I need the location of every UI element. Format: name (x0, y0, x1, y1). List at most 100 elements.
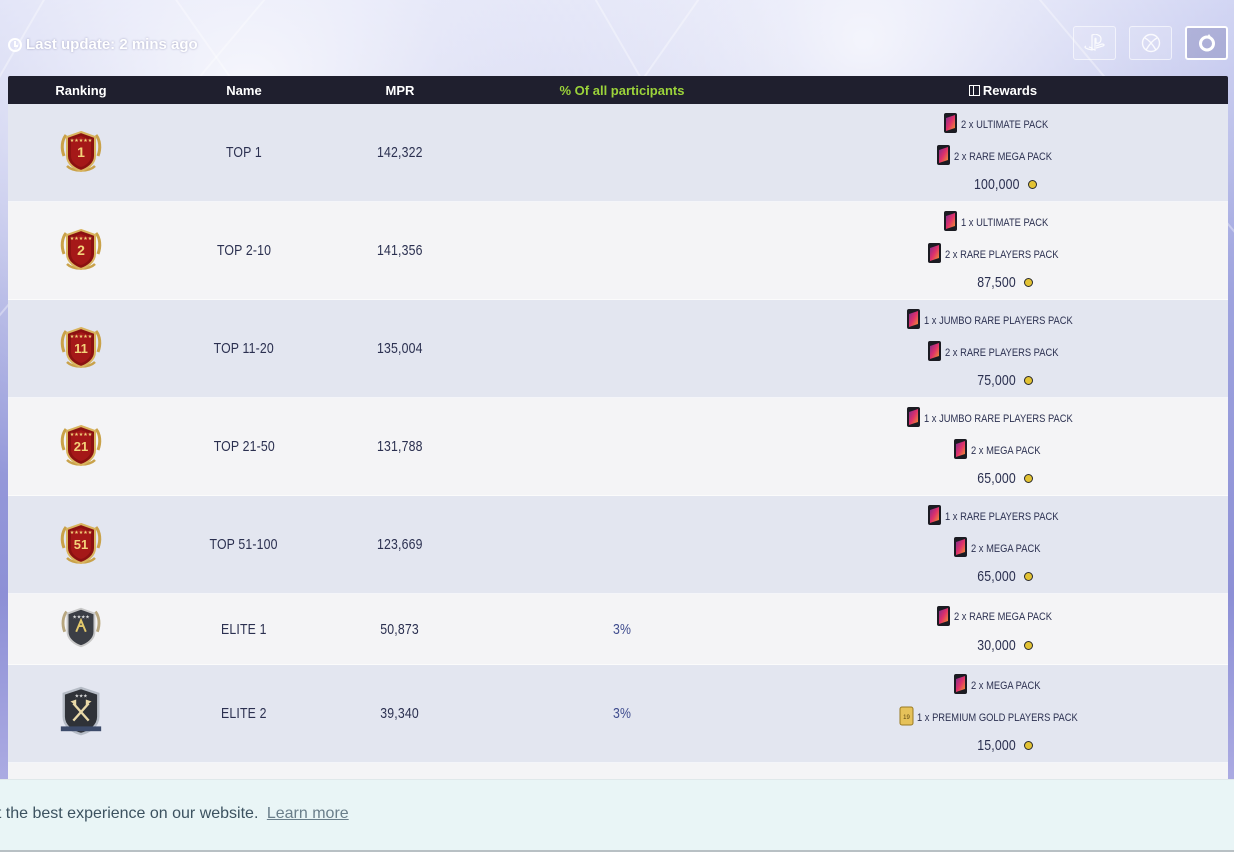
coin-icon (1028, 180, 1038, 189)
reward-item: 1 x ULTIMATE PACK (943, 210, 1064, 235)
mpr-cell: 135,004 (334, 340, 466, 357)
reward-text: 2 x MEGA PACK (971, 679, 1041, 692)
rank-cell: 11 ★★★★★ (8, 322, 154, 376)
rank-badge-icon: 51 ★★★★★ (56, 518, 106, 572)
svg-text:★★★★: ★★★★ (72, 614, 90, 620)
reward-text: 1 x RARE PLAYERS PACK (945, 510, 1059, 523)
rank-badge-icon: 11 ★★★★★ (56, 322, 106, 376)
col-rewards-label: Rewards (982, 82, 1038, 98)
reward-item: 2 x MEGA PACK (953, 438, 1053, 463)
svg-text:★★★★★: ★★★★★ (70, 530, 93, 536)
rank-cell: 1 ★★★★★ (8, 126, 154, 180)
reward-item: 1 x RARE PLAYERS PACK (927, 504, 1078, 529)
reward-item: 2 x RARE PLAYERS PACK (927, 242, 1078, 267)
rewards-table: Ranking Name MPR % Of all participants R… (8, 76, 1228, 803)
svg-text:★★★★★: ★★★★★ (70, 334, 93, 340)
table-row: 51 ★★★★★ TOP 51-100 123,669 1 x RARE PLA… (8, 496, 1228, 594)
coin-icon (1024, 572, 1034, 581)
coin-icon (1024, 741, 1034, 750)
rank-name: TOP 21-50 (213, 438, 275, 455)
reward-text: 1 x JUMBO RARE PLAYERS PACK (924, 314, 1074, 327)
col-name: Name (226, 82, 262, 98)
svg-text:19: 19 (904, 715, 911, 721)
rewards-cell: 1 x ULTIMATE PACK 2 x RARE PLAYERS PACK … (778, 204, 1228, 297)
coin-amount: 65,000 (977, 470, 1016, 487)
coin-reward: 65,000 (973, 470, 1034, 487)
reward-item: 1 x JUMBO RARE PLAYERS PACK (906, 406, 1099, 431)
pct-value: 3% (612, 705, 632, 722)
svg-text:★★★★★: ★★★★★ (70, 432, 93, 438)
coin-icon (1024, 278, 1034, 287)
rank-cell: 51 ★★★★★ (8, 518, 154, 572)
cookie-message: et the best experience on our website. L… (0, 805, 349, 823)
reward-item: 2 x MEGA PACK (953, 673, 1053, 698)
reward-text: 2 x MEGA PACK (971, 444, 1041, 457)
reward-item: 1 x JUMBO RARE PLAYERS PACK (906, 308, 1099, 333)
mega-pack-icon (953, 536, 968, 561)
svg-text:★★★★★: ★★★★★ (70, 138, 93, 144)
coin-reward: 65,000 (973, 568, 1034, 585)
reward-text: 2 x RARE PLAYERS PACK (945, 248, 1059, 261)
mpr-value: 50,873 (380, 620, 420, 638)
reward-text: 2 x ULTIMATE PACK (960, 118, 1048, 131)
rank-badge-icon: ★★★★ (57, 603, 105, 655)
pct-cell: 3% (466, 705, 778, 722)
coin-icon (1024, 640, 1034, 650)
mpr-value: 142,322 (377, 144, 423, 161)
mpr-cell: 50,873 (334, 621, 466, 638)
playstation-icon (1083, 34, 1105, 51)
mega-pack-icon (953, 673, 968, 698)
pct-cell: 3% (466, 621, 778, 638)
rare-mega-pack-icon (936, 144, 951, 169)
mpr-value: 123,669 (377, 536, 423, 553)
cookie-text: et the best experience on our website. (0, 805, 259, 822)
rare-players-pack-icon (927, 340, 942, 365)
coin-reward: 100,000 (969, 176, 1038, 193)
rewards-cell: 2 x ULTIMATE PACK 2 x RARE MEGA PACK 100… (778, 106, 1228, 199)
coin-amount: 15,000 (977, 737, 1016, 754)
rank-badge-icon: 2 ★★★★★ (56, 224, 106, 278)
table-row: 1 ★★★★★ TOP 1 142,322 2 x ULTIMATE PACK … (8, 104, 1228, 202)
rewards-cell: 2 x RARE MEGA PACK 30,000 (778, 599, 1228, 660)
name-cell: TOP 51-100 (154, 536, 334, 553)
rare-players-pack-icon (927, 242, 942, 267)
svg-text:★★★: ★★★ (75, 693, 89, 699)
mpr-cell: 39,340 (334, 705, 466, 722)
rank-name: ELITE 1 (221, 620, 267, 638)
rewards-cell: 1 x JUMBO RARE PLAYERS PACK 2 x RARE PLA… (778, 302, 1228, 395)
rank-name: TOP 2-10 (216, 242, 272, 259)
rank-badge-icon: ★★★ (57, 684, 105, 744)
reward-text: 2 x RARE PLAYERS PACK (945, 346, 1059, 359)
coin-amount: 100,000 (973, 176, 1020, 193)
svg-text:2: 2 (77, 242, 85, 258)
col-rewards: Rewards (778, 83, 1228, 98)
rank-name: ELITE 2 (221, 705, 267, 722)
svg-text:51: 51 (74, 537, 88, 552)
rank-name: TOP 11-20 (213, 340, 275, 357)
coin-amount: 30,000 (977, 636, 1016, 654)
table-body: 1 ★★★★★ TOP 1 142,322 2 x ULTIMATE PACK … (8, 104, 1228, 803)
reward-item: 2 x MEGA PACK (953, 536, 1053, 561)
table-row: ★★★★ ELITE 1 50,873 3% 2 x RARE MEGA PAC… (8, 594, 1228, 665)
mpr-cell: 131,788 (334, 438, 466, 455)
coin-amount: 65,000 (977, 568, 1016, 585)
xbox-button[interactable] (1129, 26, 1172, 60)
platform-switcher (1073, 26, 1228, 60)
rewards-cell: 1 x RARE PLAYERS PACK 2 x MEGA PACK 65,0… (778, 498, 1228, 591)
learn-more-link[interactable]: Learn more (267, 805, 349, 822)
rank-badge-icon: 1 ★★★★★ (56, 126, 106, 180)
playstation-button[interactable] (1073, 26, 1116, 60)
mpr-value: 141,356 (377, 242, 423, 259)
mpr-cell: 142,322 (334, 144, 466, 161)
svg-text:21: 21 (74, 439, 88, 454)
svg-text:11: 11 (74, 341, 88, 356)
ultimate-pack-icon (943, 112, 958, 137)
table-row: 21 ★★★★★ TOP 21-50 131,788 1 x JUMBO RAR… (8, 398, 1228, 496)
reward-text: 2 x RARE MEGA PACK (954, 150, 1053, 163)
reward-text: 1 x ULTIMATE PACK (960, 216, 1048, 229)
origin-button[interactable] (1185, 26, 1228, 60)
svg-text:★★★★★: ★★★★★ (70, 236, 93, 242)
rank-cell: 21 ★★★★★ (8, 420, 154, 474)
coin-icon (1024, 474, 1034, 483)
origin-icon (1198, 34, 1215, 52)
